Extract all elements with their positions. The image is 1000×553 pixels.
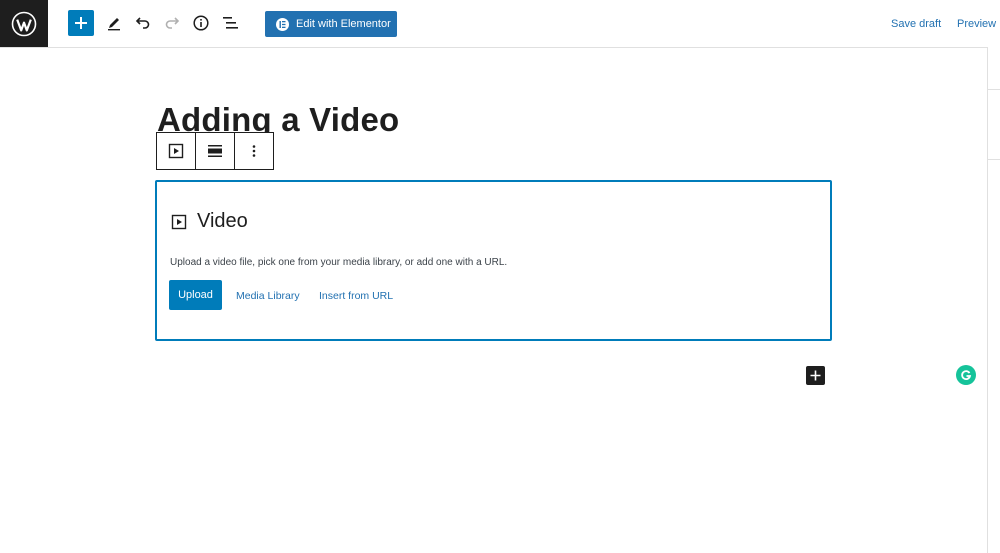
align-wide-icon (208, 145, 222, 157)
upload-button[interactable]: Upload (169, 280, 222, 310)
elementor-icon (276, 17, 289, 31)
video-block-title: Video (197, 210, 248, 232)
wordpress-icon (11, 11, 37, 36)
preview-button[interactable]: Preview (957, 18, 996, 30)
save-draft-button[interactable]: Save draft (891, 18, 941, 30)
undo-button[interactable] (130, 10, 156, 36)
sidebar-divider (988, 89, 1000, 90)
settings-sidebar-edge (987, 47, 1000, 553)
pencil-icon (108, 18, 120, 31)
video-block-placeholder[interactable]: Video Upload a video file, pick one from… (155, 180, 832, 341)
editor-header: Edit with Elementor Save draft Preview (0, 0, 1000, 48)
sidebar-divider (988, 159, 1000, 160)
list-view-icon (223, 17, 238, 29)
insert-from-url-button[interactable]: Insert from URL (319, 290, 393, 302)
media-library-button[interactable]: Media Library (236, 290, 300, 302)
edit-with-elementor-button[interactable]: Edit with Elementor (265, 11, 397, 37)
video-block-description: Upload a video file, pick one from your … (170, 257, 508, 268)
video-block-header: Video (171, 210, 248, 233)
grammarly-icon (961, 370, 972, 380)
info-icon (193, 15, 209, 31)
more-vertical-icon (252, 145, 256, 157)
undo-icon (135, 17, 150, 29)
video-icon (171, 214, 187, 229)
elementor-button-label: Edit with Elementor (296, 18, 391, 30)
inline-add-block-button[interactable] (806, 366, 825, 385)
block-toolbar (156, 132, 274, 170)
details-button[interactable] (188, 10, 214, 36)
tools-button[interactable] (101, 10, 127, 36)
list-view-button[interactable] (218, 10, 244, 36)
video-icon (168, 143, 184, 159)
block-type-switcher[interactable] (157, 133, 196, 169)
redo-icon (165, 17, 180, 29)
align-button[interactable] (196, 133, 235, 169)
grammarly-button[interactable] (956, 365, 976, 385)
more-options-button[interactable] (235, 133, 273, 169)
plus-icon (810, 370, 821, 381)
wordpress-logo-button[interactable] (0, 0, 48, 47)
add-block-button[interactable] (68, 10, 94, 36)
redo-button[interactable] (159, 10, 185, 36)
plus-icon (75, 17, 87, 29)
